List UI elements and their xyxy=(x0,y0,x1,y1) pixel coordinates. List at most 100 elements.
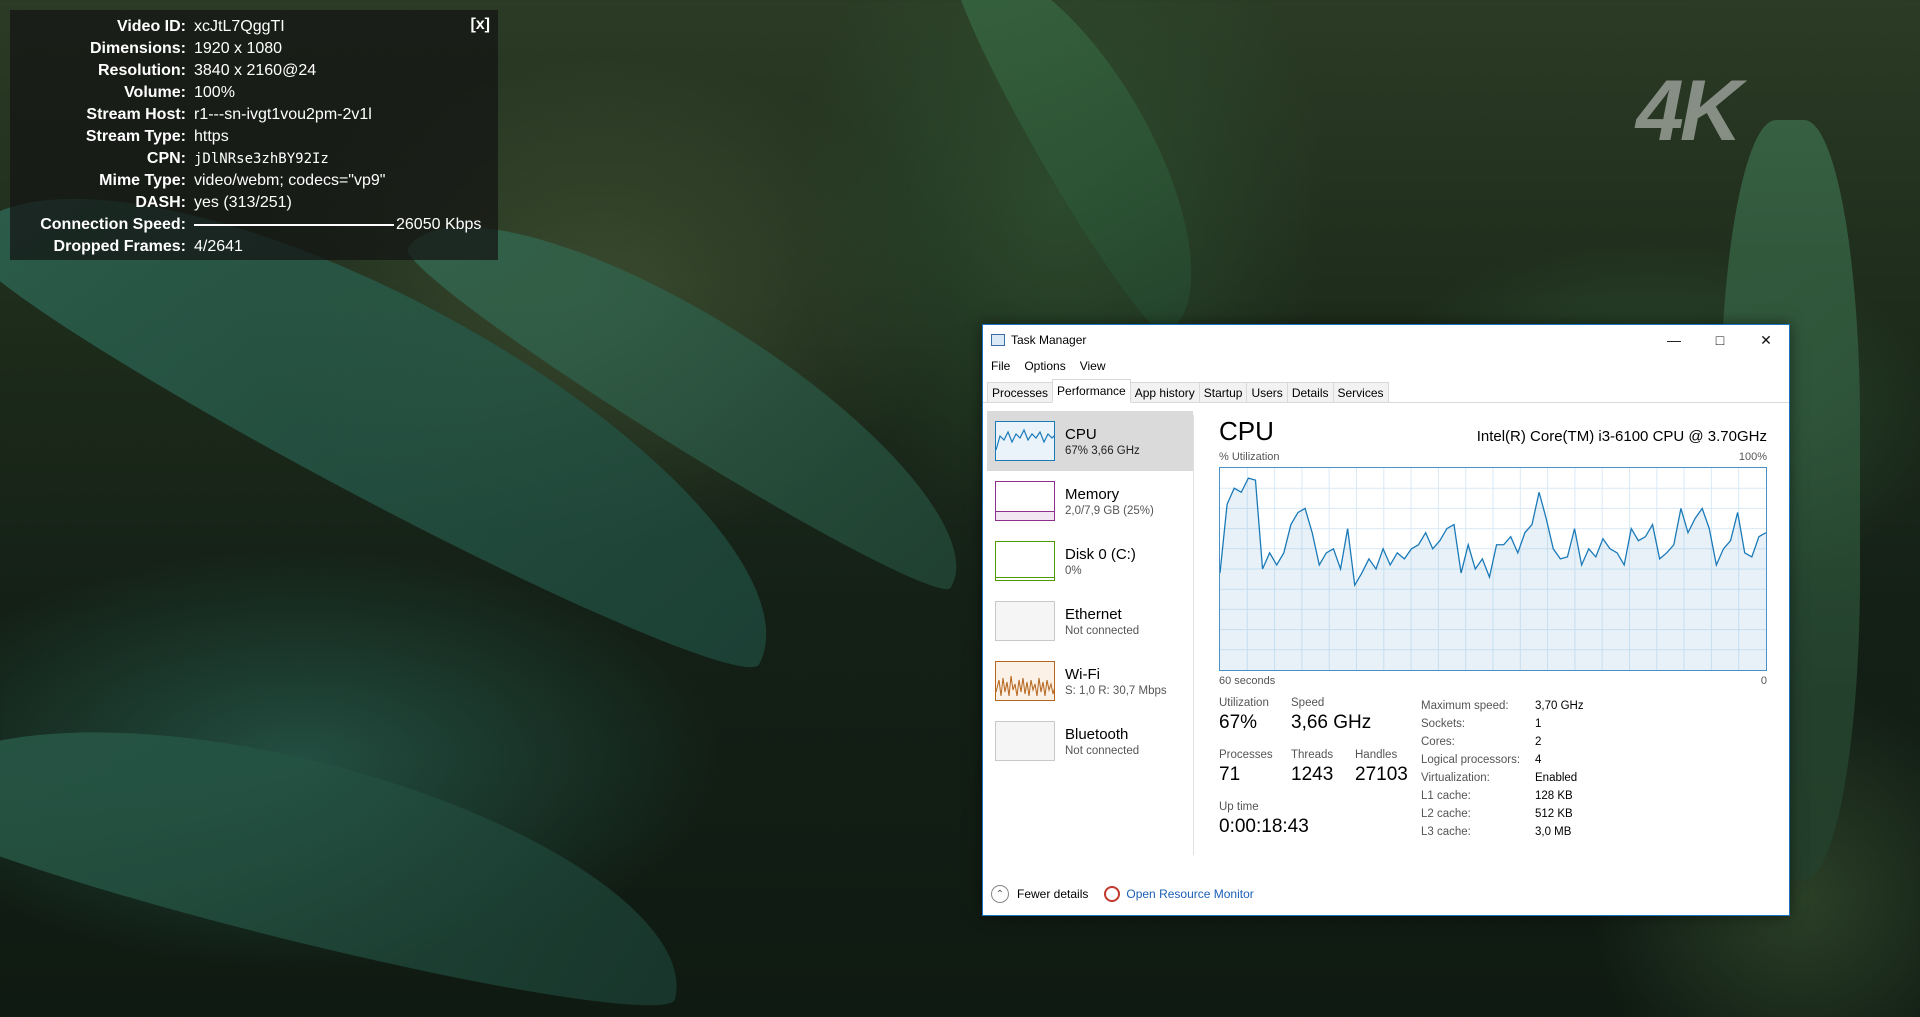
resource-name: CPU xyxy=(1065,425,1097,443)
spec-row: Logical processors: 4 xyxy=(1421,751,1584,769)
tab-app-history[interactable]: App history xyxy=(1129,382,1200,402)
stat-row: Stream Host: r1---sn-ivgt1vou2pm-2v1l xyxy=(10,104,498,126)
stat-key: CPN: xyxy=(146,150,186,167)
stat-key: Mime Type: xyxy=(99,172,186,189)
resource-name: Ethernet xyxy=(1065,605,1122,623)
stat-label: Handles xyxy=(1355,749,1398,761)
cpu-header: CPU Intel(R) Core(TM) i3-6100 CPU @ 3.70… xyxy=(1219,411,1767,447)
spec-key: L2 cache: xyxy=(1421,808,1471,820)
stat-value: 26050 Kbps xyxy=(194,216,498,234)
spec-value: 512 KB xyxy=(1535,808,1573,820)
tab-bar: Processes Performance App history Startu… xyxy=(983,377,1789,403)
tab-startup[interactable]: Startup xyxy=(1198,382,1248,402)
stat-value: 1920 x 1080 xyxy=(194,40,283,57)
menu-options[interactable]: Options xyxy=(1024,359,1065,373)
stat-value: video/webm; codecs="vp9" xyxy=(194,172,386,189)
resource-ethernet[interactable]: Ethernet Not connected xyxy=(987,591,1193,651)
stat-label: Up time xyxy=(1219,801,1259,813)
resource-summary: Not connected xyxy=(1065,624,1140,637)
resource-wifi[interactable]: Wi-Fi S: 1,0 R: 30,7 Mbps xyxy=(987,651,1193,711)
spec-row: L3 cache: 3,0 MB xyxy=(1421,823,1584,841)
resource-disk[interactable]: Disk 0 (C:) 0% xyxy=(987,531,1193,591)
ethernet-thumbnail-graph xyxy=(995,601,1055,641)
stat-row: Connection Speed: 26050 Kbps xyxy=(10,214,498,236)
fewer-details-button[interactable]: Fewer details xyxy=(1017,887,1088,901)
stat-row: Dimensions: 1920 x 1080 xyxy=(10,38,498,60)
utilization-axis-label: % Utilization xyxy=(1219,451,1280,463)
stat-label: Threads xyxy=(1291,749,1334,761)
tab-performance[interactable]: Performance xyxy=(1052,379,1131,403)
spec-key: Maximum speed: xyxy=(1421,700,1509,712)
uptime-stat: Up time 0:00:18:43 xyxy=(1219,801,1309,838)
tab-services[interactable]: Services xyxy=(1332,382,1389,402)
stat-value: yes (313/251) xyxy=(194,194,292,211)
minimize-button[interactable]: — xyxy=(1651,325,1697,355)
speed-stat: Speed 3,66 GHz xyxy=(1291,697,1371,734)
resource-cpu[interactable]: CPU 67% 3,66 GHz xyxy=(987,411,1193,471)
pane-divider[interactable] xyxy=(1193,415,1194,855)
stat-value: 0:00:18:43 xyxy=(1219,816,1309,837)
graph-top-labels: % Utilization 100% xyxy=(1219,451,1767,465)
threads-stat: Threads 1243 xyxy=(1291,749,1333,786)
open-resource-monitor-link[interactable]: Open Resource Monitor xyxy=(1126,887,1253,901)
tab-processes[interactable]: Processes xyxy=(987,382,1054,402)
stat-value: 1243 xyxy=(1291,764,1334,785)
resource-summary: 67% 3,66 GHz xyxy=(1065,444,1140,457)
menu-file[interactable]: File xyxy=(991,359,1010,373)
footer: ⌃ Fewer details Open Resource Monitor xyxy=(991,885,1254,903)
resource-summary: Not connected xyxy=(1065,744,1140,757)
stat-label: Speed xyxy=(1291,697,1325,709)
stat-key: Volume: xyxy=(124,84,186,101)
stat-key: Dropped Frames: xyxy=(53,238,186,255)
resource-memory[interactable]: Memory 2,0/7,9 GB (25%) xyxy=(987,471,1193,531)
window-title: Task Manager xyxy=(1011,333,1087,347)
spec-row: Sockets: 1 xyxy=(1421,715,1584,733)
spec-value: 2 xyxy=(1535,736,1542,748)
resource-bluetooth[interactable]: Bluetooth Not connected xyxy=(987,711,1193,771)
utilization-stat: Utilization 67% xyxy=(1219,697,1269,734)
stat-label: Utilization xyxy=(1219,697,1269,709)
tab-users[interactable]: Users xyxy=(1246,382,1288,402)
spec-value: 4 xyxy=(1535,754,1542,766)
disk-thumbnail-graph xyxy=(995,541,1055,581)
stat-row: Mime Type: video/webm; codecs="vp9" xyxy=(10,170,498,192)
processes-stat: Processes 71 xyxy=(1219,749,1273,786)
stat-value: r1---sn-ivgt1vou2pm-2v1l xyxy=(194,106,372,123)
tab-details[interactable]: Details xyxy=(1286,382,1334,402)
close-stats-button[interactable]: [x] xyxy=(470,16,490,34)
resource-name: Bluetooth xyxy=(1065,725,1129,743)
handles-stat: Handles 27103 xyxy=(1355,749,1408,786)
stat-value: 100% xyxy=(194,84,235,101)
spec-key: Logical processors: xyxy=(1421,754,1521,766)
menu-bar: File Options View xyxy=(983,355,1789,377)
stat-row: CPN: jDlNRse3zhBY92Iz xyxy=(10,148,498,170)
spec-row: L1 cache: 128 KB xyxy=(1421,787,1584,805)
stat-value: 27103 xyxy=(1355,764,1408,785)
stat-key: Resolution: xyxy=(98,62,186,79)
background-leaf xyxy=(0,665,710,1017)
stat-value: jDlNRse3zhBY92Iz xyxy=(194,151,329,167)
resource-name: Wi-Fi xyxy=(1065,665,1100,683)
stat-row: Resolution: 3840 x 2160@24 xyxy=(10,60,498,82)
title-bar[interactable]: Task Manager — □ ✕ xyxy=(983,325,1789,355)
graph-bottom-labels: 60 seconds 0 xyxy=(1219,675,1767,689)
close-button[interactable]: ✕ xyxy=(1743,325,1789,355)
zero-axis-label: 0 xyxy=(1760,675,1767,687)
stat-row: Dropped Frames: 4/2641 xyxy=(10,236,498,258)
connection-speed-value: 26050 Kbps xyxy=(396,216,482,233)
cpu-spec-list: Maximum speed: 3,70 GHz Sockets: 1 Cores: 2… xyxy=(1421,697,1584,841)
menu-view[interactable]: View xyxy=(1080,359,1106,373)
connection-speed-graph xyxy=(194,223,394,226)
max-axis-label: 100% xyxy=(1738,451,1767,463)
spec-row: L2 cache: 512 KB xyxy=(1421,805,1584,823)
stat-row: Video ID: xcJtL7QggTI xyxy=(10,16,498,38)
maximize-button[interactable]: □ xyxy=(1697,325,1743,355)
cpu-heading: CPU xyxy=(1219,416,1274,446)
memory-thumbnail-graph xyxy=(995,481,1055,521)
stat-key: DASH: xyxy=(135,194,186,211)
stat-row: Volume: 100% xyxy=(10,82,498,104)
spec-key: Virtualization: xyxy=(1421,772,1490,784)
chevron-up-icon[interactable]: ⌃ xyxy=(991,885,1009,903)
spec-value: Enabled xyxy=(1535,772,1578,784)
resource-name: Memory xyxy=(1065,485,1120,503)
